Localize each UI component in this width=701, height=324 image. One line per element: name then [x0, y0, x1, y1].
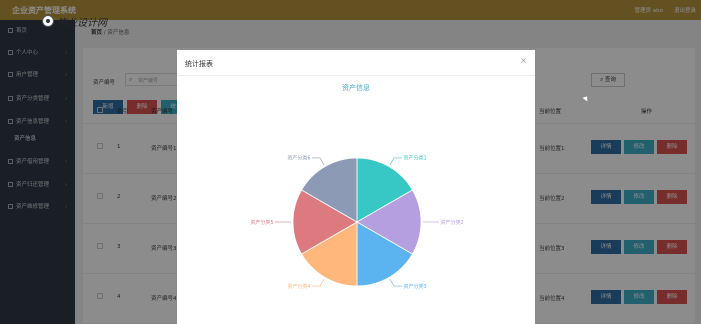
- pie-slice-label: 资产分类4: [287, 283, 310, 290]
- pie-slice-label: 资产分类3: [404, 283, 427, 290]
- pie-slice-label: 资产分类5: [250, 219, 273, 226]
- pie-chart: 资产分类1 资产分类2 资产分类3 资产分类4 资产分类5 资产分类6: [250, 155, 464, 290]
- pie-leader-line: [312, 157, 325, 165]
- pie-leader-line: [312, 279, 325, 287]
- pie-slice-label: 资产分类6: [287, 155, 310, 162]
- logo-icon: [42, 15, 54, 27]
- pie-slice-label: 资产分类2: [441, 219, 464, 226]
- stats-modal: 统计报表 × 资产信息 资产分类1 资产分类2 资产分类3 资产分类4 资产分类5 资产分…: [177, 50, 535, 324]
- watermark-logo: 毕业设计网: [42, 13, 107, 29]
- pie-slice-label: 资产分类1: [404, 155, 427, 162]
- pie-leader-line: [389, 279, 402, 287]
- logo-text: 毕业设计网: [57, 17, 107, 29]
- pie-leader-line: [389, 157, 402, 165]
